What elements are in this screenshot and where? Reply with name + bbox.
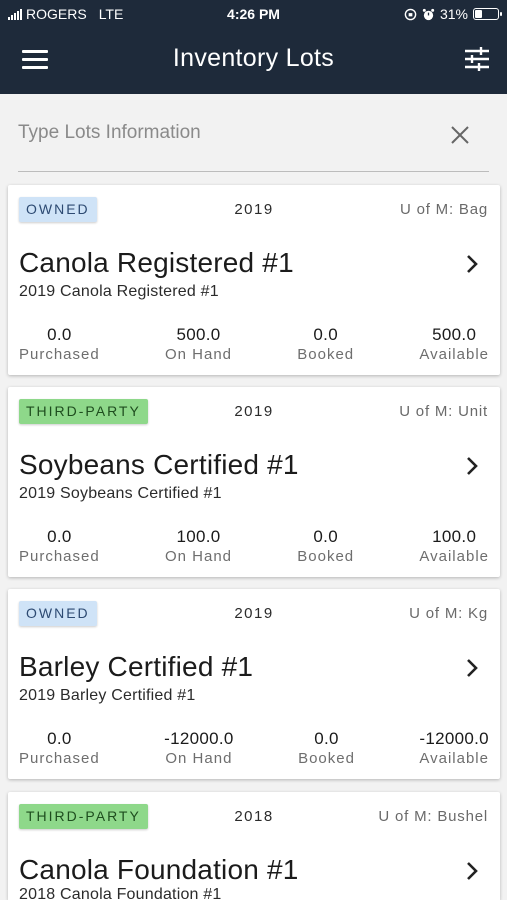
- stat-booked: 0.0 Booked: [297, 325, 354, 363]
- stat-label: On Hand: [165, 750, 233, 767]
- stat-label: On Hand: [164, 346, 233, 363]
- chevron-right-icon[interactable]: [464, 253, 480, 275]
- stat-label: Booked: [297, 548, 355, 565]
- stat-value: -12000.0: [164, 729, 234, 748]
- sliders-icon[interactable]: [463, 46, 491, 72]
- lot-description: 2019 Canola Registered #1: [19, 283, 219, 300]
- stat-value: 0.0: [47, 729, 72, 748]
- stat-label: On Hand: [164, 548, 233, 565]
- stat-on-hand: -12000.0 On Hand: [164, 729, 234, 767]
- stat-label: Purchased: [19, 346, 100, 363]
- stat-value: 0.0: [313, 527, 338, 546]
- stat-purchased: 0.0 Purchased: [19, 325, 100, 363]
- lot-card[interactable]: THIRD-PARTY 2018 U of M: Bushel Canola F…: [8, 792, 500, 900]
- stat-label: Purchased: [19, 750, 100, 767]
- lot-name: Canola Registered #1: [19, 247, 294, 278]
- alarm-icon: [422, 8, 435, 20]
- stat-on-hand: 100.0 On Hand: [165, 527, 232, 565]
- stat-value: 0.0: [47, 527, 72, 546]
- lot-stats: 0.0 Purchased 100.0 On Hand 0.0 Booked 100.…: [19, 527, 489, 565]
- lot-description: 2019 Barley Certified #1: [19, 687, 196, 704]
- app-header: ROGERS LTE 4:26 PM 31% Inventory Lots: [0, 0, 507, 94]
- unit-of-measure: U of M: Unit: [399, 403, 488, 420]
- chevron-right-icon[interactable]: [464, 860, 480, 882]
- stat-value: 100.0: [176, 527, 221, 546]
- lot-stats: 0.0 Purchased -12000.0 On Hand 0.0 Booked -…: [19, 729, 489, 767]
- close-icon[interactable]: [449, 124, 471, 146]
- lot-card[interactable]: OWNED 2019 U of M: Kg Barley Certified #…: [8, 589, 500, 779]
- stat-available: 100.0 Available: [419, 527, 489, 565]
- lot-name: Soybeans Certified #1: [19, 449, 299, 480]
- stat-value: 500.0: [176, 325, 221, 344]
- stat-label: Booked: [297, 346, 355, 363]
- chevron-right-icon[interactable]: [464, 657, 480, 679]
- stat-on-hand: 500.0 On Hand: [165, 325, 232, 363]
- stat-label: Purchased: [19, 548, 100, 565]
- lot-card[interactable]: THIRD-PARTY 2019 U of M: Unit Soybeans C…: [8, 387, 500, 577]
- lot-name: Canola Foundation #1: [19, 854, 299, 885]
- battery-percent: 31%: [439, 6, 468, 22]
- page-title: Inventory Lots: [172, 44, 335, 72]
- lot-stats: 0.0 Purchased 500.0 On Hand 0.0 Booked 500.…: [19, 325, 489, 363]
- lot-card[interactable]: OWNED 2019 U of M: Bag Canola Registered…: [8, 185, 500, 375]
- stat-value: 100.0: [432, 527, 477, 546]
- stat-purchased: 0.0 Purchased: [19, 729, 100, 767]
- stat-label: Available: [419, 346, 489, 363]
- stat-available: -12000.0 Available: [419, 729, 489, 767]
- status-bar: ROGERS LTE 4:26 PM 31%: [0, 0, 507, 30]
- stat-booked: 0.0 Booked: [298, 729, 355, 767]
- rotation-lock-icon: [404, 8, 417, 20]
- stat-available: 500.0 Available: [419, 325, 489, 363]
- lot-description: 2019 Soybeans Certified #1: [19, 485, 222, 502]
- stat-label: Booked: [298, 750, 355, 767]
- stat-value: 0.0: [313, 325, 338, 344]
- chevron-right-icon[interactable]: [464, 455, 480, 477]
- search-bar: [0, 94, 507, 178]
- unit-of-measure: U of M: Bag: [400, 201, 488, 218]
- stat-value: 500.0: [432, 325, 477, 344]
- unit-of-measure: U of M: Bushel: [378, 808, 488, 825]
- unit-of-measure: U of M: Kg: [409, 605, 488, 622]
- stat-value: 0.0: [47, 325, 72, 344]
- stat-value: 0.0: [314, 729, 339, 748]
- stat-value: -12000.0: [419, 729, 489, 748]
- search-input[interactable]: [18, 118, 438, 148]
- stat-purchased: 0.0 Purchased: [19, 527, 100, 565]
- lot-name: Barley Certified #1: [19, 651, 254, 682]
- stat-label: Available: [419, 548, 489, 565]
- battery-level-fill: [475, 10, 483, 18]
- search-underline: [18, 171, 489, 172]
- lot-description: 2018 Canola Foundation #1: [19, 886, 222, 900]
- stat-booked: 0.0 Booked: [297, 527, 354, 565]
- stat-label: Available: [419, 750, 489, 767]
- battery-icon: [473, 8, 502, 20]
